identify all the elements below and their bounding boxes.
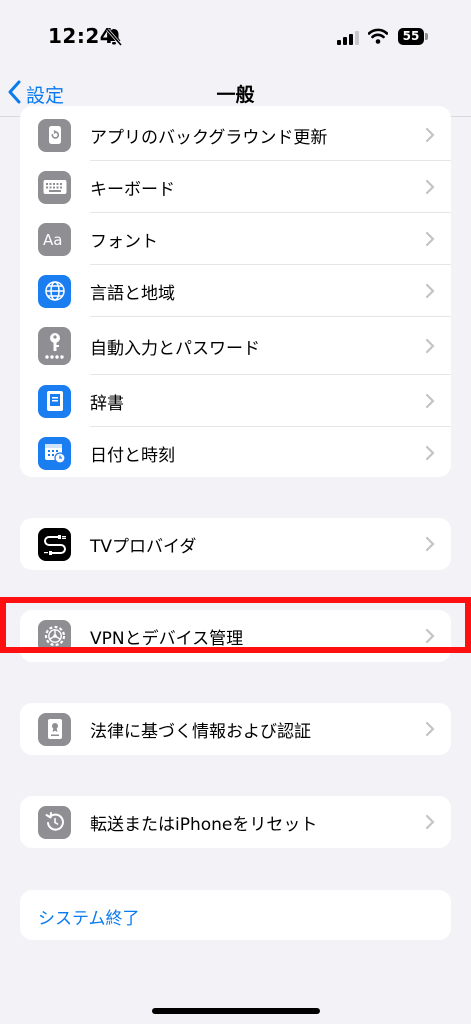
settings-group-legal: 法律に基づく情報および認証 <box>20 703 451 755</box>
row-label: TVプロバイダ <box>90 536 197 557</box>
settings-group-general: アプリのバックグラウンド更新 キーボード Aa フォント 言語と地域 自動入力と… <box>20 106 451 477</box>
key-icon <box>38 327 71 365</box>
battery-icon: 55 <box>398 28 428 45</box>
chevron-right-icon <box>425 179 435 199</box>
shut-down-label: システム終了 <box>38 909 140 929</box>
reset-icon <box>38 805 71 839</box>
cellular-signal-icon <box>337 30 359 49</box>
chevron-right-icon <box>425 127 435 147</box>
tv-provider-icon <box>38 527 71 561</box>
row-dictionary[interactable]: 辞書 <box>20 375 451 427</box>
chevron-right-icon <box>425 283 435 303</box>
row-tv-provider[interactable]: TVプロバイダ <box>20 518 451 570</box>
row-language-region[interactable]: 言語と地域 <box>20 265 451 317</box>
keyboard-icon <box>38 170 71 204</box>
row-label: アプリのバックグラウンド更新 <box>90 127 328 148</box>
legal-icon <box>38 712 71 746</box>
settings-group-tv: TVプロバイダ <box>20 518 451 570</box>
settings-group-vpn: VPNとデバイス管理 <box>20 610 451 662</box>
row-label: VPNとデバイス管理 <box>90 628 244 649</box>
row-date-time[interactable]: 日付と時刻 <box>20 427 451 477</box>
bell-muted-icon <box>106 28 123 50</box>
row-keyboard[interactable]: キーボード <box>20 161 451 213</box>
row-fonts[interactable]: Aa フォント <box>20 213 451 265</box>
row-label: 言語と地域 <box>90 283 175 304</box>
row-label: 法律に基づく情報および認証 <box>90 721 311 742</box>
row-label: 日付と時刻 <box>90 445 175 466</box>
row-label: 自動入力とパスワード <box>90 338 260 359</box>
chevron-right-icon <box>425 814 435 834</box>
shut-down-button[interactable]: システム終了 <box>20 890 451 940</box>
row-label: 辞書 <box>90 393 124 414</box>
wifi-icon <box>367 28 389 48</box>
calendar-clock-icon <box>38 436 71 470</box>
chevron-right-icon <box>425 338 435 358</box>
row-label: フォント <box>90 231 158 252</box>
chevron-right-icon <box>425 628 435 648</box>
chevron-right-icon <box>425 393 435 413</box>
row-label: 転送またはiPhoneをリセット <box>90 814 318 835</box>
battery-level: 55 <box>398 28 424 45</box>
globe-icon <box>38 274 71 308</box>
svg-text:Aa: Aa <box>43 231 62 248</box>
chevron-right-icon <box>425 721 435 741</box>
home-indicator[interactable] <box>152 1008 320 1014</box>
background-refresh-icon <box>38 118 71 152</box>
chevron-right-icon <box>425 536 435 556</box>
row-background-app-refresh[interactable]: アプリのバックグラウンド更新 <box>20 109 451 161</box>
gear-icon <box>38 619 71 653</box>
status-time: 12:24 <box>48 24 115 48</box>
chevron-right-icon <box>425 445 435 465</box>
dictionary-icon <box>38 384 71 418</box>
font-icon: Aa <box>38 222 71 256</box>
settings-group-reset: 転送またはiPhoneをリセット <box>20 796 451 848</box>
page-title: 一般 <box>216 84 255 106</box>
row-vpn-device-management[interactable]: VPNとデバイス管理 <box>20 610 451 662</box>
chevron-right-icon <box>425 231 435 251</box>
row-autofill-passwords[interactable]: 自動入力とパスワード <box>20 317 451 375</box>
row-label: キーボード <box>90 179 175 200</box>
row-legal-regulatory[interactable]: 法律に基づく情報および認証 <box>20 703 451 755</box>
row-transfer-reset-iphone[interactable]: 転送またはiPhoneをリセット <box>20 796 451 848</box>
status-bar: 12:24 55 <box>0 0 471 72</box>
